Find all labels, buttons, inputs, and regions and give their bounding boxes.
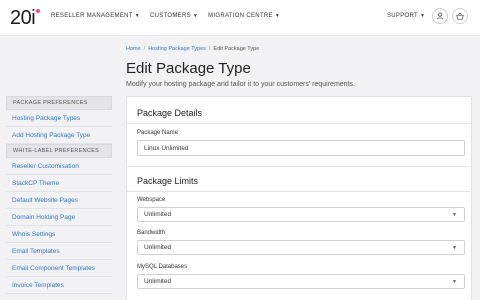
chevron-down-icon: ▼ bbox=[420, 13, 426, 19]
package-form-card: Package Details Package Name Linux Unlim… bbox=[126, 96, 472, 300]
sidebar-item-email-component-templates[interactable]: Email Component Templates bbox=[6, 260, 112, 277]
nav-item-label: RESELLER MANAGEMENT bbox=[51, 13, 133, 19]
section-divider bbox=[127, 123, 471, 124]
breadcrumb-hosting-package-types[interactable]: Hosting Package Types bbox=[148, 46, 206, 52]
bandwidth-selected-value: Unlimited bbox=[144, 244, 172, 251]
breadcrumb-separator: / bbox=[143, 46, 146, 52]
section-divider bbox=[127, 166, 471, 167]
nav-item-reseller-management[interactable]: RESELLER MANAGEMENT ▼ bbox=[51, 11, 140, 21]
breadcrumb: Home / Hosting Package Types / Edit Pack… bbox=[126, 46, 259, 52]
sidebar-header-package-preferences: PACKAGE PREFERENCES bbox=[6, 96, 112, 110]
breadcrumb-home[interactable]: Home bbox=[126, 46, 141, 52]
nav-item-label: MIGRATION CENTRE bbox=[208, 13, 273, 19]
logo-text: 20i bbox=[10, 7, 36, 29]
nav-item-customers[interactable]: CUSTOMERS ▼ bbox=[150, 11, 198, 21]
page-title: Edit Package Type bbox=[126, 60, 251, 77]
nav-item-label: CUSTOMERS bbox=[149, 13, 191, 19]
brand-logo[interactable]: 20i bbox=[10, 7, 41, 29]
nav-item-support[interactable]: SUPPORT ▼ bbox=[387, 11, 425, 21]
bandwidth-select[interactable]: Unlimited ▼ bbox=[137, 240, 465, 255]
chevron-down-icon: ▼ bbox=[452, 245, 457, 251]
top-navbar: 20i RESELLER MANAGEMENT ▼ CUSTOMERS ▼ MI… bbox=[0, 0, 480, 36]
sidebar-item-reseller-customisation[interactable]: Reseller Customisation bbox=[6, 158, 112, 175]
webspace-select[interactable]: Unlimited ▼ bbox=[137, 207, 465, 222]
mysql-databases-select[interactable]: Unlimited ▼ bbox=[137, 274, 465, 289]
chevron-down-icon: ▼ bbox=[452, 279, 457, 285]
chevron-down-icon: ▼ bbox=[192, 13, 199, 19]
account-button[interactable] bbox=[432, 8, 448, 24]
user-icon bbox=[436, 12, 444, 20]
mysql-databases-label: MySQL Databases bbox=[137, 264, 188, 270]
package-name-label: Package Name bbox=[137, 130, 179, 136]
webspace-label: Webspace bbox=[137, 197, 166, 203]
sidebar-item-add-hosting-package-type[interactable]: Add Hosting Package Type bbox=[6, 127, 112, 144]
webspace-selected-value: Unlimited bbox=[144, 211, 172, 218]
breadcrumb-separator: / bbox=[208, 46, 211, 52]
sidebar-item-default-website-pages[interactable]: Default Website Pages bbox=[6, 192, 112, 209]
bandwidth-label: Bandwidth bbox=[137, 230, 166, 236]
nav-item-migration-centre[interactable]: MIGRATION CENTRE ▼ bbox=[208, 11, 280, 21]
sidebar-item-stackcp-theme[interactable]: StackCP Theme bbox=[6, 175, 112, 192]
page-subtitle: Modify your hosting package and tailor i… bbox=[126, 81, 355, 88]
section-title-package-limits: Package Limits bbox=[137, 176, 199, 186]
nav-item-label: SUPPORT bbox=[387, 13, 418, 19]
breadcrumb-current: Edit Package Type bbox=[213, 46, 260, 52]
sidebar-item-whois-settings[interactable]: Whois Settings bbox=[6, 226, 112, 243]
package-name-input[interactable]: Linux Unlimited bbox=[137, 140, 465, 156]
main-nav: RESELLER MANAGEMENT ▼ CUSTOMERS ▼ MIGRAT… bbox=[51, 11, 290, 21]
sidebar: PACKAGE PREFERENCES Hosting Package Type… bbox=[6, 96, 112, 294]
section-title-package-details: Package Details bbox=[137, 108, 203, 118]
basket-icon bbox=[456, 12, 464, 20]
chevron-down-icon: ▼ bbox=[274, 13, 281, 19]
sidebar-item-domain-holding-page[interactable]: Domain Holding Page bbox=[6, 209, 112, 226]
sidebar-item-hosting-package-types[interactable]: Hosting Package Types bbox=[6, 110, 112, 127]
section-divider bbox=[127, 191, 471, 192]
logo-dot bbox=[36, 9, 41, 13]
mysql-databases-selected-value: Unlimited bbox=[144, 278, 172, 285]
sidebar-header-white-label-preferences: WHITE-LABEL PREFERENCES bbox=[6, 144, 112, 158]
sidebar-item-invoice-templates[interactable]: Invoice Templates bbox=[6, 277, 112, 294]
chevron-down-icon: ▼ bbox=[134, 13, 140, 19]
sidebar-item-email-templates[interactable]: Email Templates bbox=[6, 243, 112, 260]
basket-button[interactable] bbox=[452, 8, 468, 24]
chevron-down-icon: ▼ bbox=[452, 212, 457, 218]
